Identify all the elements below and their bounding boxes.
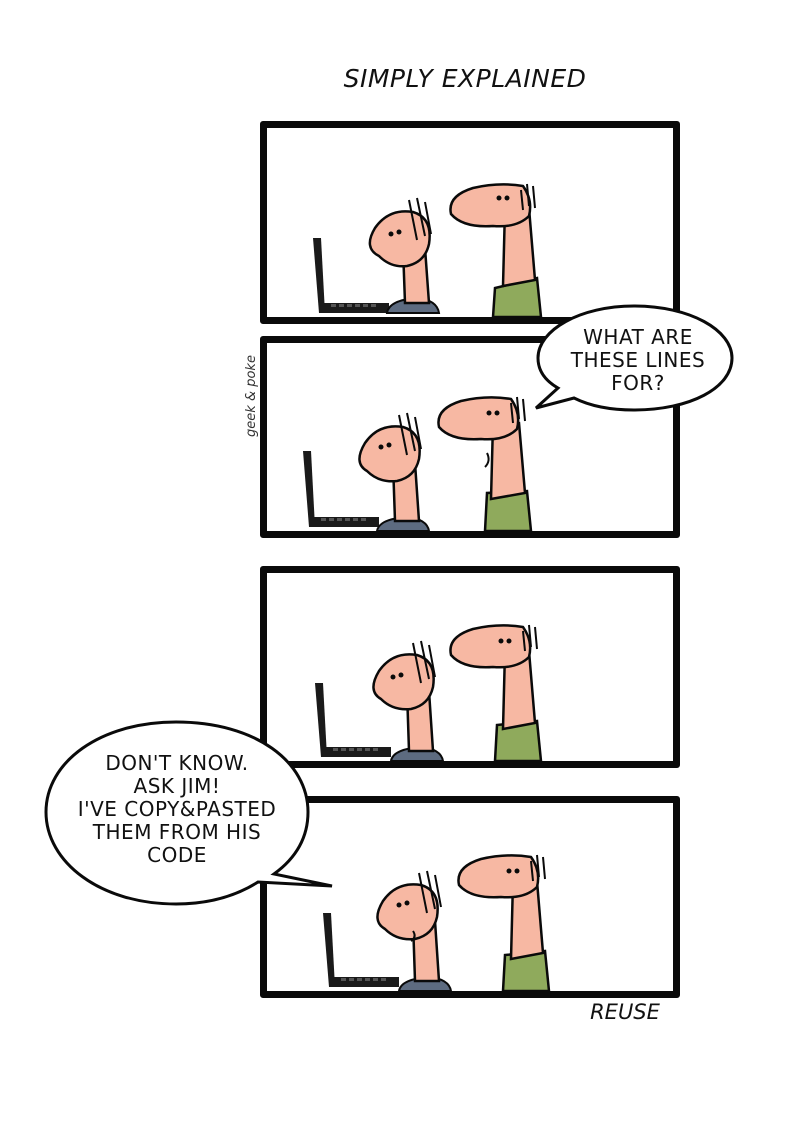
comic-panel-1 [260, 121, 680, 324]
standing-man [449, 183, 543, 317]
speech-bubble-1-text: WHAT ARE THESE LINES FOR? [550, 326, 726, 395]
seated-man [376, 870, 453, 991]
bubble-1-line: FOR? [611, 371, 665, 395]
panel-1-drawing [313, 183, 543, 317]
bubble-2-line: THEM FROM HIS [92, 820, 262, 844]
speech-bubble-2-text: DON'T KNOW. ASK JIM! I'VE COPY&PASTED TH… [52, 752, 302, 867]
seated-man [372, 640, 445, 761]
comic-caption: REUSE [590, 1000, 660, 1024]
speech-bubble-2: DON'T KNOW. ASK JIM! I'VE COPY&PASTED TH… [38, 716, 338, 910]
bubble-1-line: WHAT ARE [583, 325, 693, 349]
seated-man [368, 197, 441, 314]
standing-man [449, 624, 543, 761]
comic-title: SIMPLY EXPLAINED [343, 64, 587, 93]
standing-man [437, 396, 533, 531]
bubble-2-line: I'VE COPY&PASTED [77, 797, 277, 821]
bubble-1-line: THESE LINES [570, 348, 706, 372]
speech-bubble-1: WHAT ARE THESE LINES FOR? [530, 300, 740, 418]
seated-man [358, 412, 431, 531]
standing-man [457, 854, 551, 991]
bubble-2-line: ASK JIM! [133, 774, 221, 798]
bubble-2-line: DON'T KNOW. [105, 751, 249, 775]
bubble-2-line: CODE [147, 843, 207, 867]
